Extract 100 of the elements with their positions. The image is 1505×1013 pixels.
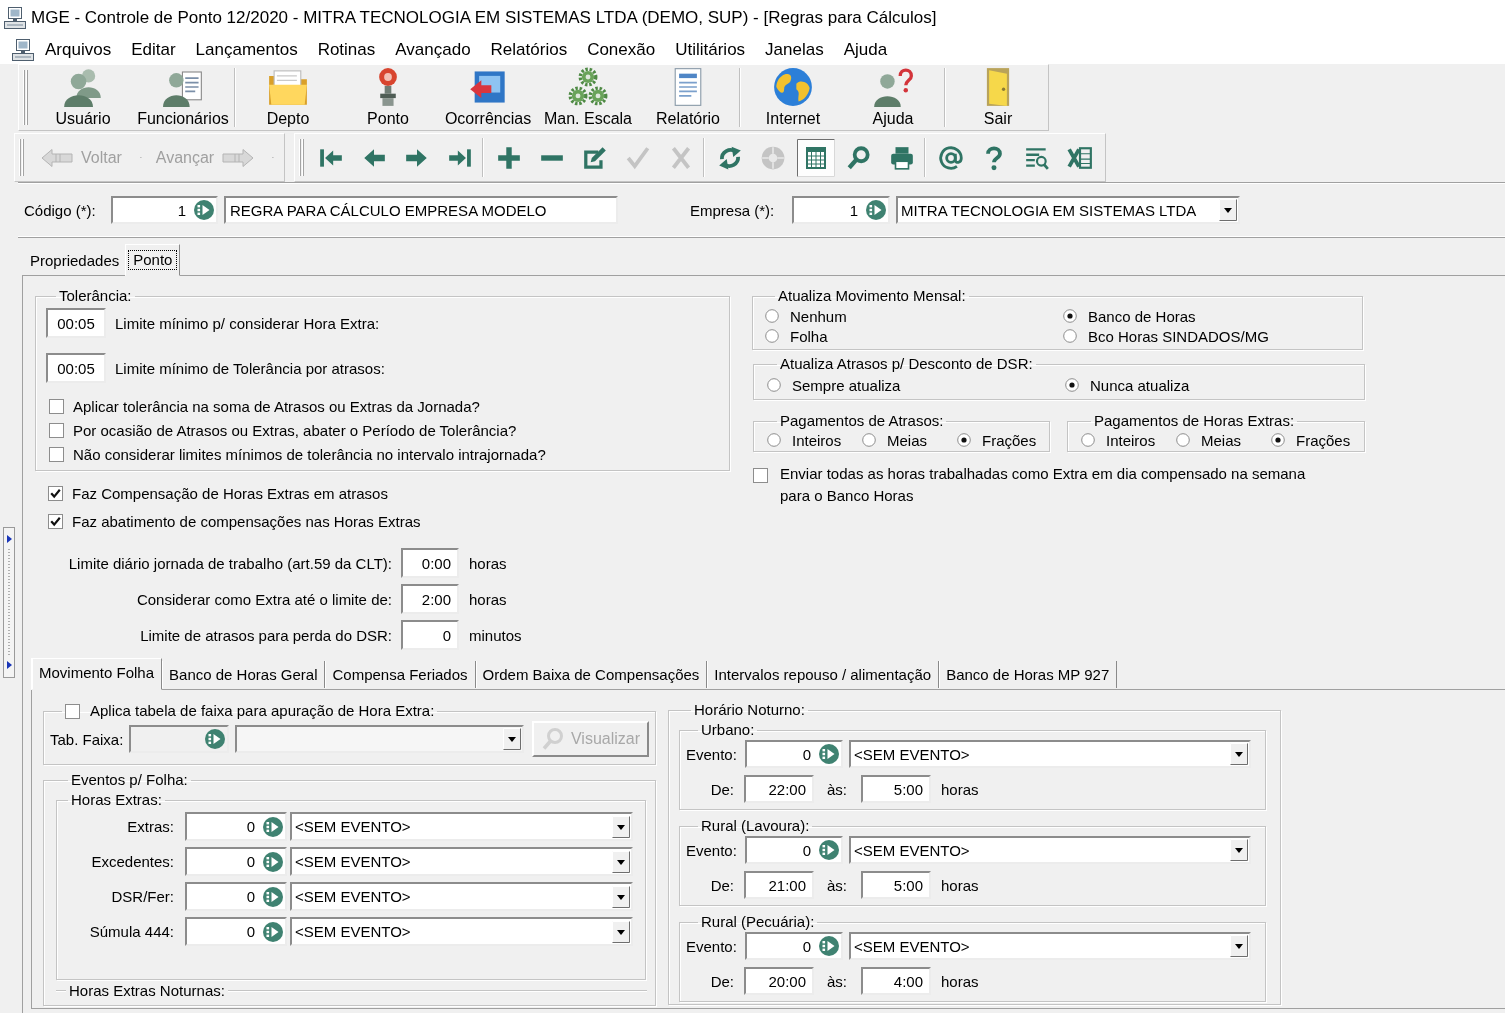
toolbar-button[interactable]: Sair — [948, 65, 1048, 130]
radio-button[interactable] — [1063, 329, 1077, 343]
toolbar-button[interactable]: Ocorrências — [438, 65, 538, 130]
event-combobox[interactable]: <SEM EVENTO> — [290, 917, 633, 946]
event-combobox[interactable]: <SEM EVENTO> — [290, 812, 633, 841]
menu-item[interactable]: Avançado — [385, 40, 481, 60]
tab[interactable]: Ordem Baixa de Compensações — [475, 661, 708, 688]
menu-item[interactable]: Editar — [121, 40, 186, 60]
toolbar-grip-icon[interactable] — [23, 70, 29, 125]
dropdown-arrow-icon[interactable] — [503, 728, 521, 750]
dropdown-arrow-icon[interactable] — [612, 815, 630, 838]
radio-button[interactable] — [765, 329, 779, 343]
tab[interactable]: Banco de Horas Geral — [162, 661, 326, 688]
radio-button[interactable] — [862, 433, 876, 447]
dropdown-arrow-icon[interactable] — [612, 920, 630, 943]
radio-button[interactable] — [1065, 378, 1079, 392]
radio-button[interactable] — [1176, 433, 1190, 447]
menu-item[interactable]: Conexão — [577, 40, 666, 60]
arrow-circle-icon[interactable] — [819, 840, 839, 860]
radio-button[interactable] — [1063, 309, 1077, 323]
event-combobox[interactable]: <SEM EVENTO> — [849, 740, 1251, 768]
code-field[interactable]: 0 — [745, 932, 843, 960]
tab[interactable]: Intervalos repouso / alimentação — [707, 661, 940, 688]
arrow-circle-icon[interactable] — [263, 816, 283, 837]
radio-button[interactable] — [765, 309, 779, 323]
time-field[interactable]: 22:00 — [744, 775, 814, 803]
menu-item[interactable]: Arquivos — [35, 40, 122, 60]
spreadsheet-x-icon[interactable] — [1066, 144, 1093, 171]
code-field[interactable]: 0 — [185, 847, 287, 876]
tab[interactable]: Banco de Horas MP 927 — [939, 661, 1118, 688]
dropdown-arrow-icon[interactable] — [612, 850, 630, 873]
tab[interactable]: Compensa Feriados — [325, 661, 476, 688]
radio-button[interactable] — [1271, 433, 1285, 447]
arrow-circle-icon[interactable] — [194, 200, 214, 220]
dropdown-arrow-icon[interactable] — [1230, 839, 1248, 861]
checkbox[interactable] — [48, 513, 63, 529]
time-field[interactable]: 4:00 — [861, 967, 931, 995]
pencil-note-icon[interactable] — [581, 144, 608, 171]
event-combobox[interactable]: <SEM EVENTO> — [849, 932, 1251, 960]
toolbar-button[interactable]: Funcionários — [133, 65, 233, 130]
code-field[interactable] — [129, 725, 229, 753]
toolbar-button[interactable]: Ajuda — [843, 65, 943, 130]
code-field[interactable]: 0 — [185, 812, 287, 841]
toolbar-button[interactable]: Relatório — [638, 65, 738, 130]
toolbar-grip-icon[interactable] — [19, 139, 25, 176]
at-sign-icon[interactable] — [937, 144, 964, 171]
code-field[interactable]: 0 — [185, 917, 287, 946]
arrow-circle-icon[interactable] — [263, 851, 283, 872]
tab[interactable]: Ponto — [125, 244, 181, 276]
menu-item[interactable]: Lançamentos — [185, 40, 308, 60]
time-field[interactable]: 21:00 — [744, 871, 814, 899]
code-field[interactable]: 1 — [111, 196, 218, 224]
menu-item[interactable]: Rotinas — [307, 40, 386, 60]
plus-icon[interactable] — [495, 144, 522, 171]
menu-item[interactable]: Ajuda — [833, 40, 898, 60]
time-field[interactable]: 0 — [401, 620, 459, 650]
code-field[interactable]: 1 — [792, 196, 890, 224]
toolbar-button[interactable]: Depto — [238, 65, 338, 130]
event-combobox[interactable]: <SEM EVENTO> — [290, 847, 633, 876]
event-combobox[interactable]: <SEM EVENTO> — [849, 836, 1251, 864]
menu-item[interactable]: Janelas — [755, 40, 834, 60]
toolbar-button[interactable]: Ponto — [338, 65, 438, 130]
company-combobox[interactable]: MITRA TECNOLOGIA EM SISTEMAS LTDA — [896, 196, 1240, 224]
tab[interactable]: Propriedades — [24, 247, 126, 274]
arrow-circle-icon[interactable] — [205, 729, 225, 749]
checkbox[interactable] — [753, 468, 768, 483]
toolbar-button[interactable]: Internet — [743, 65, 843, 130]
printer-icon[interactable] — [888, 144, 915, 171]
menu-item[interactable]: Utilitários — [665, 40, 756, 60]
arrow-circle-icon[interactable] — [866, 200, 886, 220]
radio-button[interactable] — [1081, 433, 1095, 447]
time-field[interactable]: 5:00 — [861, 871, 931, 899]
time-field[interactable]: 5:00 — [861, 775, 931, 803]
arrow-circle-icon[interactable] — [263, 886, 283, 907]
toolbar-button[interactable]: Usuário — [33, 65, 133, 130]
refresh-icon[interactable] — [716, 144, 743, 171]
tab[interactable]: Movimento Folha — [31, 658, 163, 690]
checkbox[interactable] — [49, 446, 64, 462]
dropdown-arrow-icon[interactable] — [1230, 935, 1248, 957]
radio-button[interactable] — [767, 433, 781, 447]
toolbar-button[interactable]: Man. Escala — [538, 65, 638, 130]
checkbox[interactable] — [49, 398, 64, 414]
code-field[interactable]: 0 — [745, 740, 843, 768]
radio-button[interactable] — [957, 433, 971, 447]
splitter-handle[interactable] — [3, 527, 15, 678]
time-field[interactable]: 00:05 — [46, 353, 106, 383]
time-field[interactable]: 0:00 — [401, 548, 459, 578]
search-icon[interactable] — [845, 144, 872, 171]
radio-button[interactable] — [767, 378, 781, 392]
checkbox[interactable] — [48, 485, 63, 501]
arrow-circle-icon[interactable] — [819, 744, 839, 764]
grid-icon[interactable] — [796, 138, 835, 177]
time-field[interactable]: 00:05 — [46, 308, 106, 338]
time-field[interactable]: 20:00 — [744, 967, 814, 995]
dropdown-arrow-icon[interactable] — [1219, 199, 1237, 221]
time-field[interactable]: 2:00 — [401, 584, 459, 614]
code-field[interactable]: 0 — [185, 882, 287, 911]
toolbar-grip-icon[interactable] — [299, 139, 305, 176]
dropdown-arrow-icon[interactable] — [1230, 743, 1248, 765]
code-field[interactable]: 0 — [745, 836, 843, 864]
